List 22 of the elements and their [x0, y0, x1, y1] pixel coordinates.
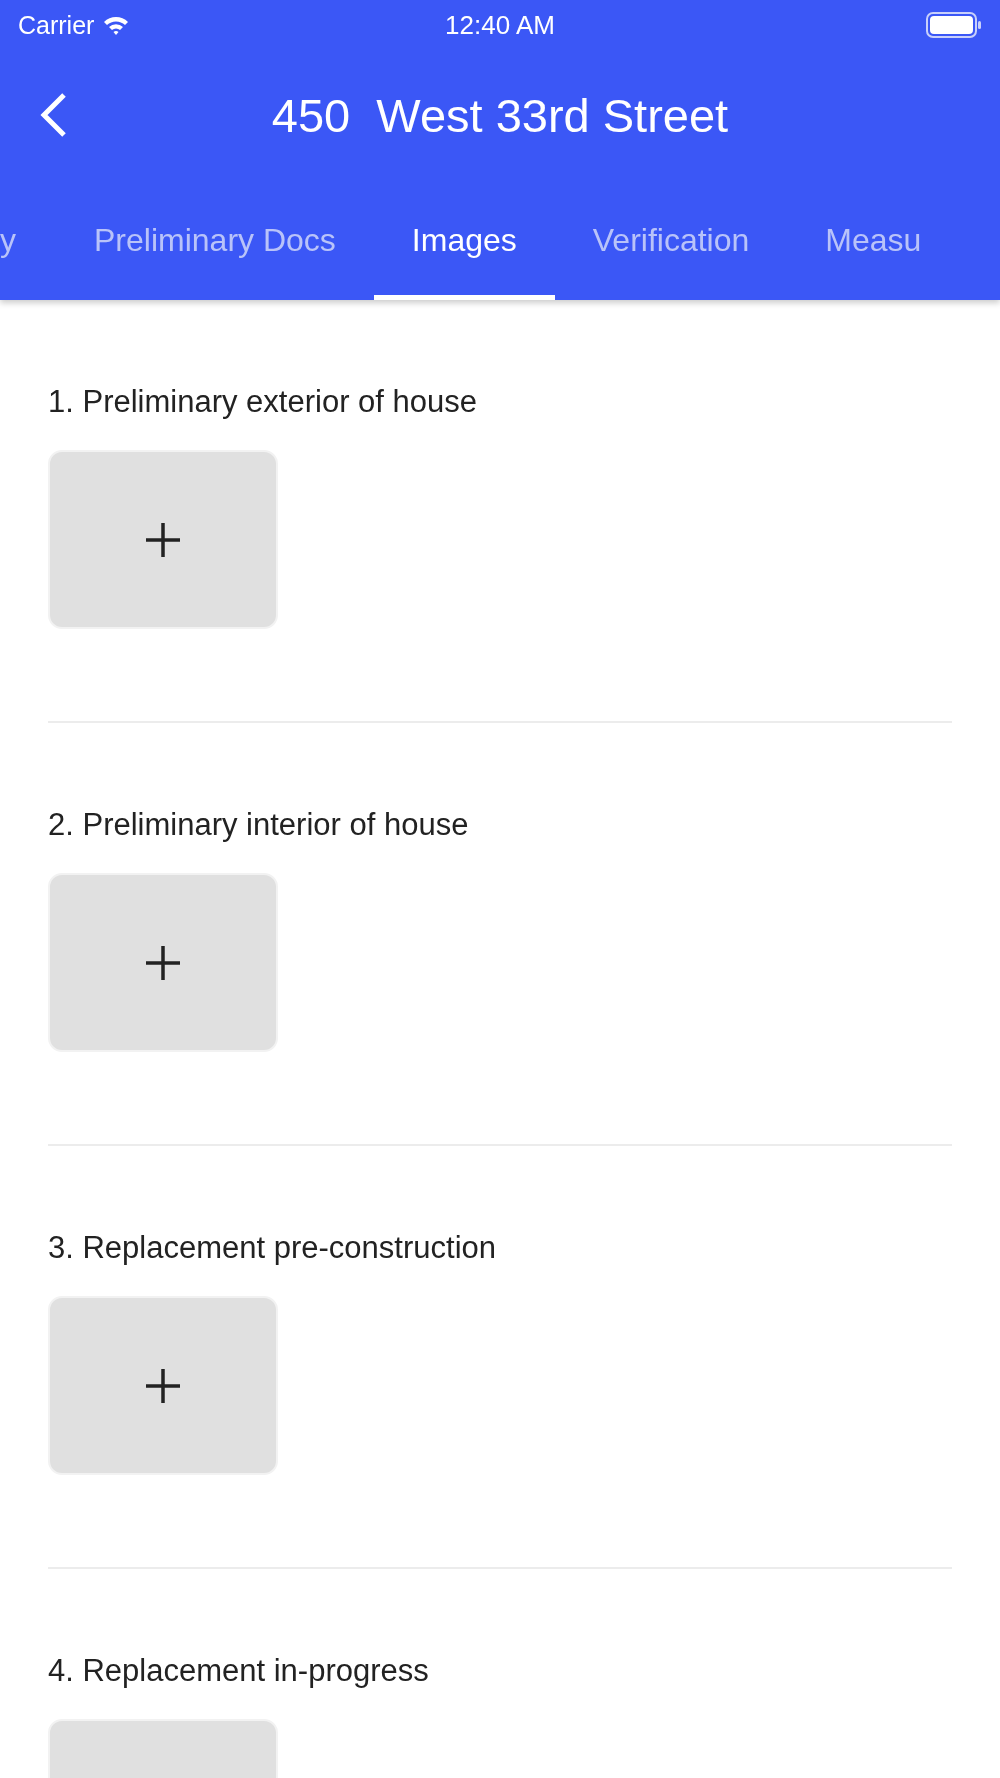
tab[interactable]: Measu	[787, 180, 960, 300]
section-title: 1. Preliminary exterior of house	[48, 384, 478, 420]
section-title: 4. Replacement in-progress	[48, 1653, 429, 1689]
section-title: 3. Replacement pre-construction	[48, 1230, 496, 1266]
tab[interactable]: Verification	[554, 180, 788, 300]
section-title: 2. Preliminary interior of house	[48, 807, 469, 843]
plus-icon	[144, 520, 182, 559]
tab[interactable]: Preliminary Docs	[56, 180, 374, 300]
page-title: 450 West 33rd Street	[271, 87, 729, 143]
status-time: 12:40 AM	[445, 9, 555, 41]
tab[interactable]: Images	[373, 180, 555, 300]
add-image-button[interactable]	[48, 450, 278, 629]
battery-icon	[926, 12, 982, 38]
add-image-button[interactable]	[48, 1296, 278, 1475]
carrier-name: Carrier	[18, 10, 95, 40]
back-button[interactable]	[38, 92, 68, 138]
plus-icon	[144, 1366, 182, 1405]
plus-icon	[144, 943, 182, 982]
tab[interactable]: y	[0, 180, 56, 300]
back-icon	[38, 92, 68, 138]
add-image-button[interactable]	[48, 873, 278, 1052]
wifi-icon	[102, 14, 131, 36]
